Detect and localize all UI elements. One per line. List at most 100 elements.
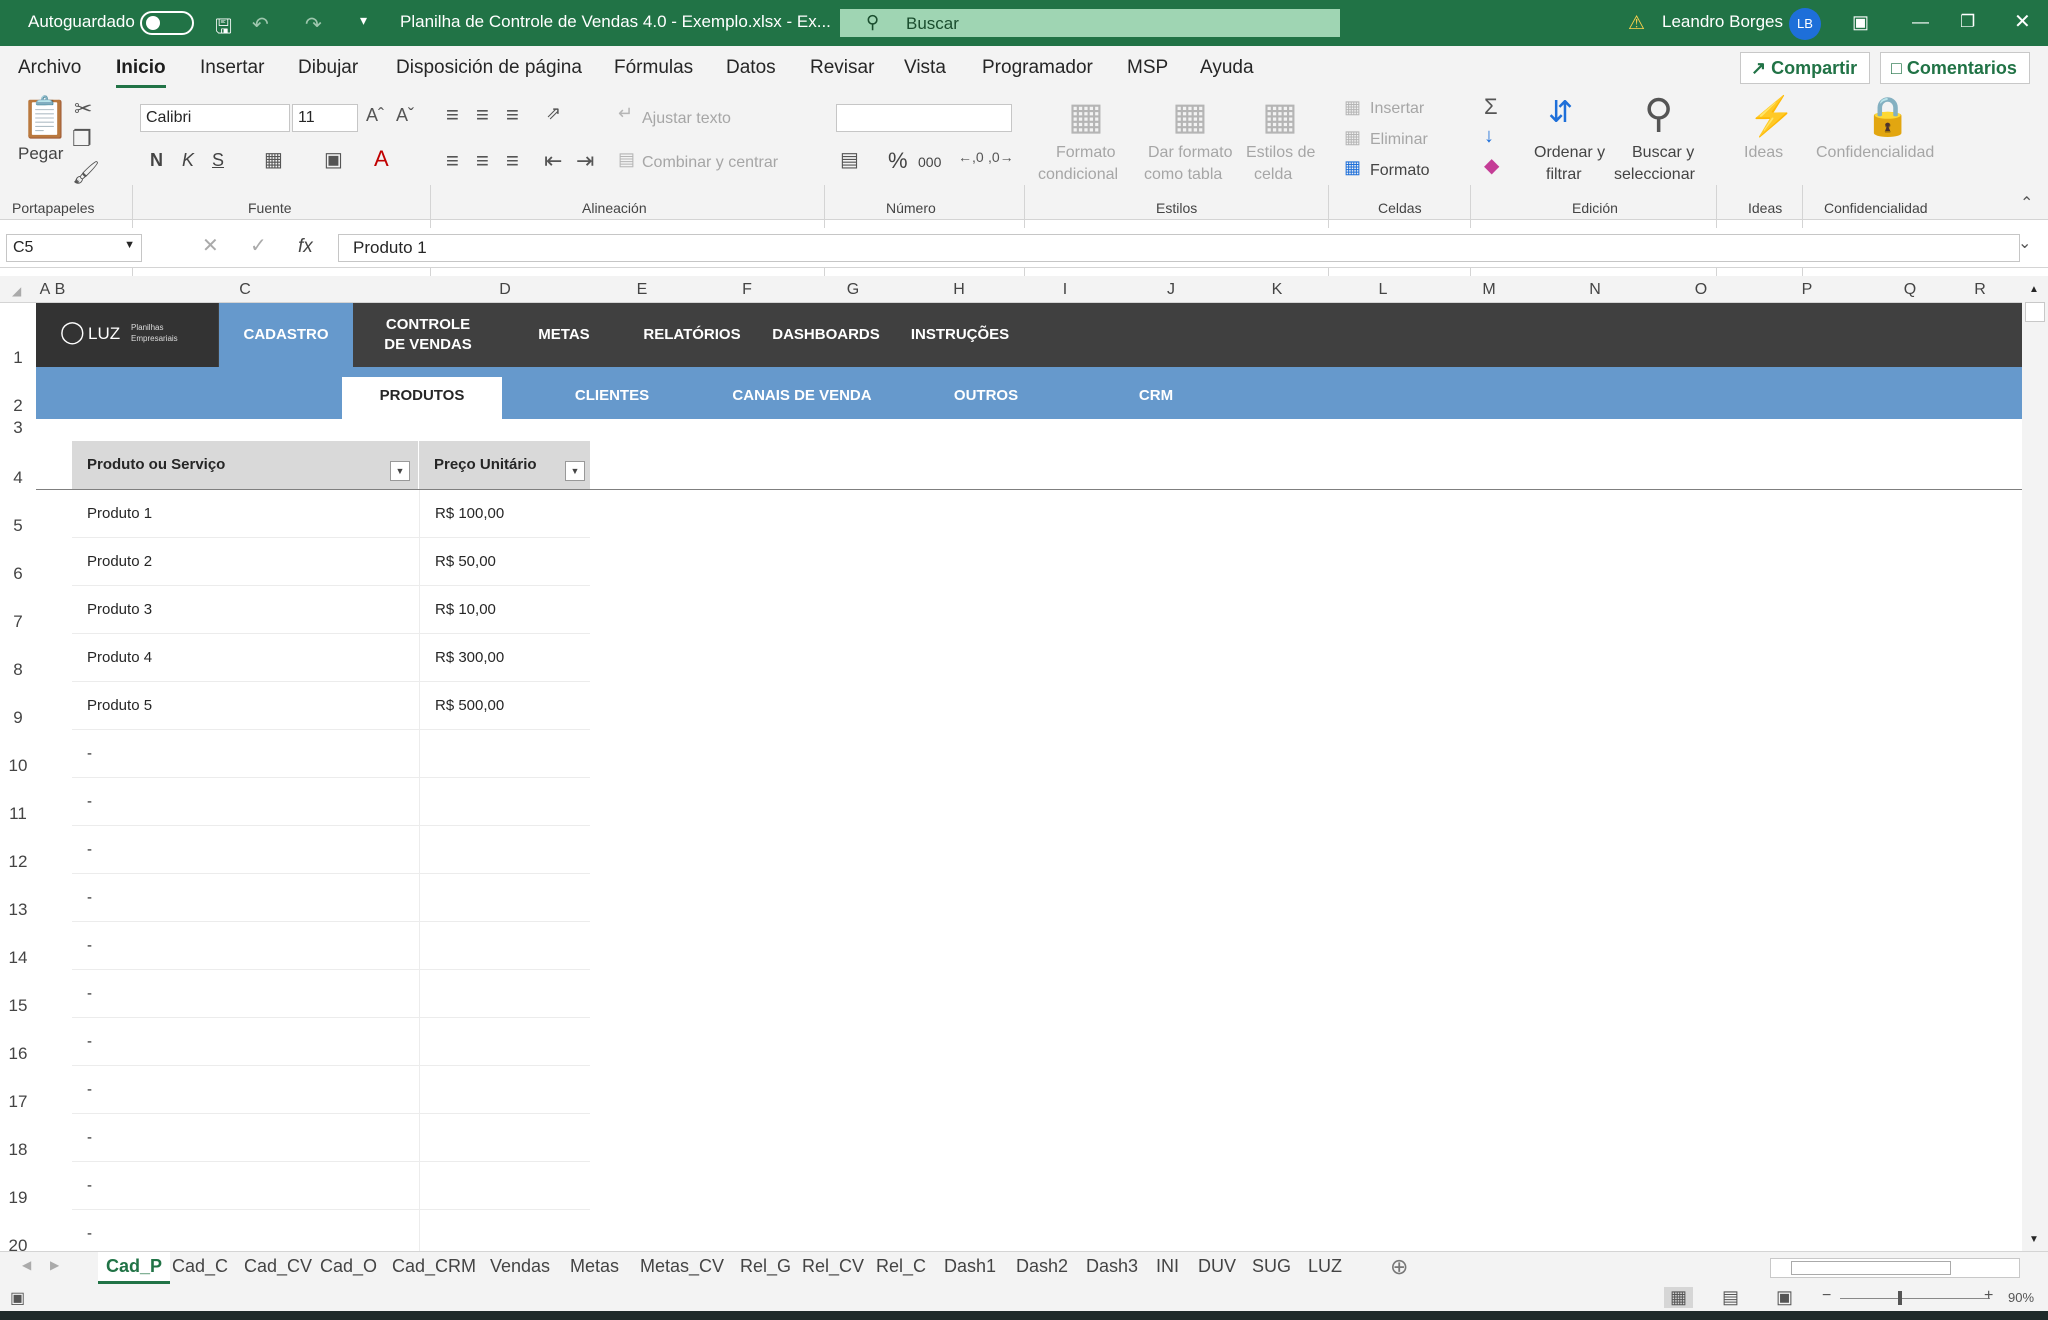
format-table-label-2[interactable]: como tabla xyxy=(1144,166,1222,184)
paste-icon[interactable]: 📋 xyxy=(20,98,70,138)
add-sheet-icon[interactable]: ⊕ xyxy=(1390,1254,1408,1280)
sheet-tab-duv[interactable]: DUV xyxy=(1198,1256,1236,1277)
cell-produto[interactable]: - xyxy=(72,826,419,874)
format-painter-icon[interactable]: 🖌 xyxy=(72,162,100,184)
merge-center-icon[interactable]: ▤ xyxy=(618,150,635,168)
increase-decimal-icon[interactable]: ←,0 xyxy=(958,150,984,164)
font-size-select[interactable]: 11 xyxy=(292,104,358,132)
sheet-tab-dash1[interactable]: Dash1 xyxy=(944,1256,996,1277)
row-header-17[interactable]: 17 xyxy=(0,1092,36,1112)
vertical-scrollbar[interactable]: ▲ ▼ xyxy=(2022,276,2048,1254)
cond-format-label-1[interactable]: Formato xyxy=(1056,144,1116,162)
cell-produto[interactable]: - xyxy=(72,778,419,826)
sheet-tab-ini[interactable]: INI xyxy=(1156,1256,1179,1277)
confidentiality-icon[interactable]: 🔒 xyxy=(1864,98,1911,136)
find-select-label-2[interactable]: seleccionar xyxy=(1614,166,1695,184)
autosave-toggle[interactable] xyxy=(140,11,194,35)
row-header-3[interactable]: 3 xyxy=(0,418,36,438)
column-header-g[interactable]: G xyxy=(800,281,906,299)
row-header-9[interactable]: 9 xyxy=(0,708,36,728)
column-header-r[interactable]: R xyxy=(1960,281,2000,299)
customize-qat-icon[interactable]: ▾ xyxy=(360,12,367,29)
tab-vista[interactable]: Vista xyxy=(904,57,946,79)
tab-programador[interactable]: Programador xyxy=(982,57,1093,79)
row-header-5[interactable]: 5 xyxy=(0,516,36,536)
cell-preco[interactable] xyxy=(419,778,590,826)
macro-record-icon[interactable]: ▣ xyxy=(10,1288,25,1308)
zoom-out-icon[interactable]: − xyxy=(1822,1287,1831,1305)
horizontal-scroll-thumb[interactable] xyxy=(1791,1261,1951,1275)
column-header-i[interactable]: I xyxy=(1012,281,1118,299)
format-cells-icon[interactable]: ▦ xyxy=(1344,158,1361,176)
row-header-15[interactable]: 15 xyxy=(0,996,36,1016)
column-header-e[interactable]: E xyxy=(590,281,694,299)
cond-format-label-2[interactable]: condicional xyxy=(1038,166,1118,184)
avatar[interactable]: LB xyxy=(1789,8,1821,40)
row-header-2[interactable]: 2 xyxy=(0,396,36,416)
font-name-select[interactable]: Calibri xyxy=(140,104,290,132)
next-sheet-icon[interactable]: ▶ xyxy=(50,1258,59,1272)
row-header-6[interactable]: 6 xyxy=(0,564,36,584)
tab-ayuda[interactable]: Ayuda xyxy=(1200,57,1254,79)
undo-icon[interactable]: ↶ xyxy=(252,12,269,37)
cell-produto[interactable]: - xyxy=(72,1114,419,1162)
conditional-format-icon[interactable]: ▦ xyxy=(1068,98,1104,136)
column-header-b[interactable]: B xyxy=(52,281,68,299)
zoom-slider[interactable] xyxy=(1840,1298,1990,1299)
zoom-slider-thumb[interactable] xyxy=(1898,1291,1902,1305)
nav-cadastro[interactable]: CADASTRO xyxy=(219,303,353,367)
save-icon[interactable]: 🖫 xyxy=(215,12,232,46)
close-icon[interactable]: ✕ xyxy=(2014,9,2031,34)
fill-icon[interactable]: ↓ xyxy=(1484,126,1494,146)
clear-icon[interactable]: ◆ xyxy=(1484,156,1499,176)
cell-styles-label-2[interactable]: celda xyxy=(1254,166,1292,184)
cell-produto[interactable]: - xyxy=(72,874,419,922)
shrink-font-icon[interactable]: Aˇ xyxy=(396,106,414,124)
fill-color-icon[interactable]: ▣ xyxy=(324,150,343,170)
font-color-icon[interactable]: A xyxy=(374,148,389,170)
sheet-tab-dash2[interactable]: Dash2 xyxy=(1016,1256,1068,1277)
page-break-icon[interactable]: ▣ xyxy=(1776,1287,1793,1308)
wrap-text-label[interactable]: Ajustar texto xyxy=(642,110,731,128)
zoom-in-icon[interactable]: + xyxy=(1984,1287,1993,1305)
scroll-thumb[interactable] xyxy=(2025,302,2045,322)
sheet-tab-cad_p[interactable]: Cad_P xyxy=(98,1252,171,1284)
cell-preco[interactable] xyxy=(419,826,590,874)
column-header-p[interactable]: P xyxy=(1754,281,1860,299)
column-header-h[interactable]: H xyxy=(906,281,1012,299)
cell-preco[interactable]: R$ 300,00 xyxy=(419,634,590,682)
expand-formula-icon[interactable]: ⌄ xyxy=(2018,236,2031,252)
row-header-14[interactable]: 14 xyxy=(0,948,36,968)
row-header-13[interactable]: 13 xyxy=(0,900,36,920)
copy-icon[interactable]: ❐ xyxy=(72,128,92,150)
column-header-k[interactable]: K xyxy=(1224,281,1330,299)
cell-produto[interactable]: - xyxy=(72,1066,419,1114)
find-select-icon[interactable]: ⚲ xyxy=(1644,94,1673,134)
decrease-decimal-icon[interactable]: ,0→ xyxy=(988,150,1014,164)
wrap-text-icon[interactable]: ↵ xyxy=(618,104,633,122)
grow-font-icon[interactable]: Aˆ xyxy=(366,106,384,124)
cell-produto[interactable]: - xyxy=(72,1162,419,1210)
horizontal-scrollbar[interactable] xyxy=(1770,1258,2020,1278)
tab-formulas[interactable]: Fórmulas xyxy=(614,57,693,79)
cell-produto[interactable]: Produto 5 xyxy=(72,682,419,730)
cell-produto[interactable]: - xyxy=(72,1018,419,1066)
cell-preco[interactable] xyxy=(419,730,590,778)
row-header-19[interactable]: 19 xyxy=(0,1188,36,1208)
nav-relatorios[interactable]: RELATÓRIOS xyxy=(632,325,752,345)
normal-view-icon[interactable]: ▦ xyxy=(1664,1287,1694,1308)
underline-button[interactable]: S xyxy=(212,150,224,171)
insert-function-button[interactable]: fx xyxy=(298,236,313,258)
zoom-level[interactable]: 90% xyxy=(2008,1290,2034,1305)
row-header-1[interactable]: 1 xyxy=(0,348,36,368)
cell-preco[interactable]: R$ 10,00 xyxy=(419,586,590,634)
sort-filter-label-1[interactable]: Ordenar y xyxy=(1534,144,1605,162)
italic-button[interactable]: K xyxy=(182,150,194,171)
formula-input[interactable]: Produto 1 xyxy=(338,234,2020,262)
sheet-tab-cad_crm[interactable]: Cad_CRM xyxy=(392,1256,476,1277)
row-header-8[interactable]: 8 xyxy=(0,660,36,680)
delete-cells-label[interactable]: Eliminar xyxy=(1370,131,1428,149)
sheet-tab-cad_cv[interactable]: Cad_CV xyxy=(244,1256,312,1277)
sheet-tab-cad_o[interactable]: Cad_O xyxy=(320,1256,377,1277)
scroll-up-icon[interactable]: ▲ xyxy=(2029,284,2039,295)
